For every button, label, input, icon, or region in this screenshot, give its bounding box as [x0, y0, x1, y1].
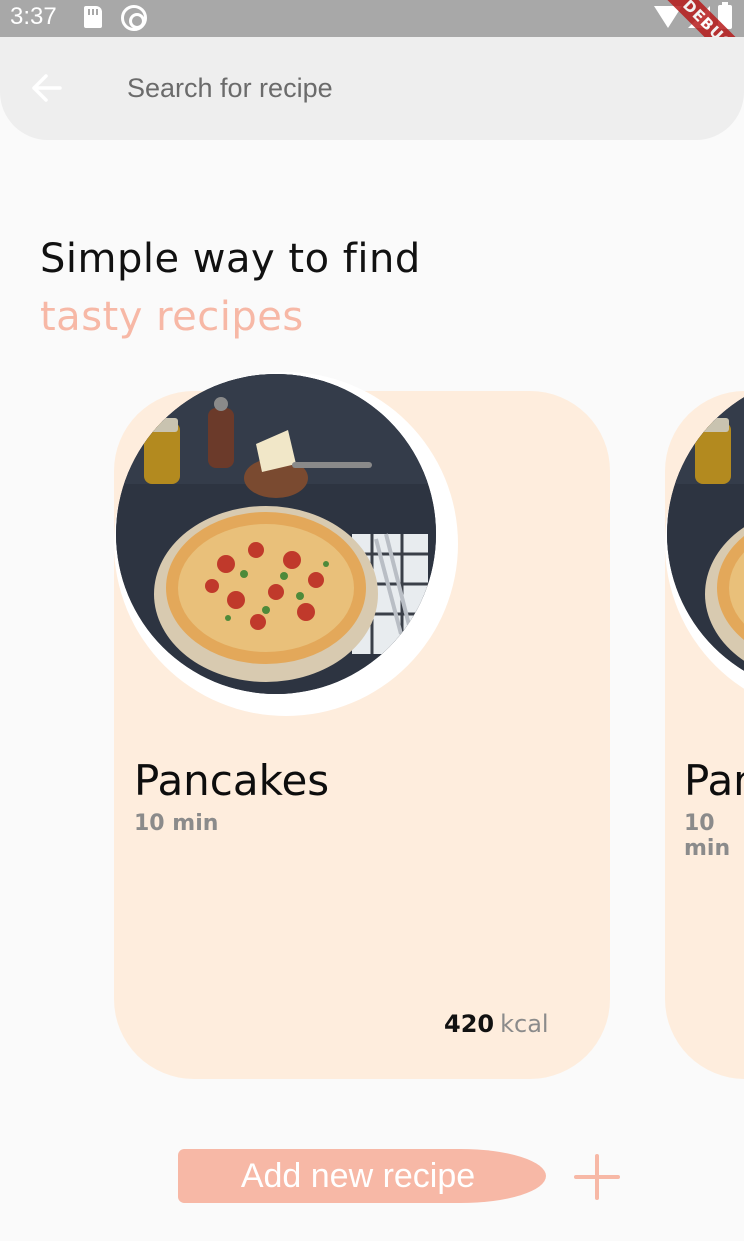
calories-value: 420	[444, 1010, 495, 1038]
recipe-photo-frame	[114, 372, 458, 716]
sd-card-icon	[84, 6, 102, 28]
heading-title: Simple way to find	[40, 236, 421, 282]
status-time: 3:37	[10, 3, 57, 30]
search-input[interactable]	[127, 65, 647, 111]
pizza-photo	[116, 374, 436, 694]
arrow-left-icon	[32, 74, 62, 102]
search-header	[0, 37, 744, 140]
app-screen: 3:37 DEBUG Simple way to find tasty reci…	[0, 0, 744, 1241]
status-bar: 3:37	[0, 0, 744, 37]
recipe-time: 10 min	[134, 811, 219, 836]
add-recipe-button[interactable]: Add new recipe	[178, 1149, 546, 1203]
at-sign-icon	[121, 5, 147, 31]
recipe-time-next: 10 min	[684, 811, 731, 861]
recipe-title-next: Pancakes	[684, 756, 744, 805]
back-button[interactable]	[20, 61, 74, 115]
recipe-calories: 420 kcal	[444, 1010, 549, 1038]
calories-unit: kcal	[500, 1010, 549, 1038]
heading-subtitle: tasty recipes	[40, 294, 304, 340]
plus-icon[interactable]	[574, 1154, 620, 1200]
recipe-title: Pancakes	[134, 756, 330, 805]
